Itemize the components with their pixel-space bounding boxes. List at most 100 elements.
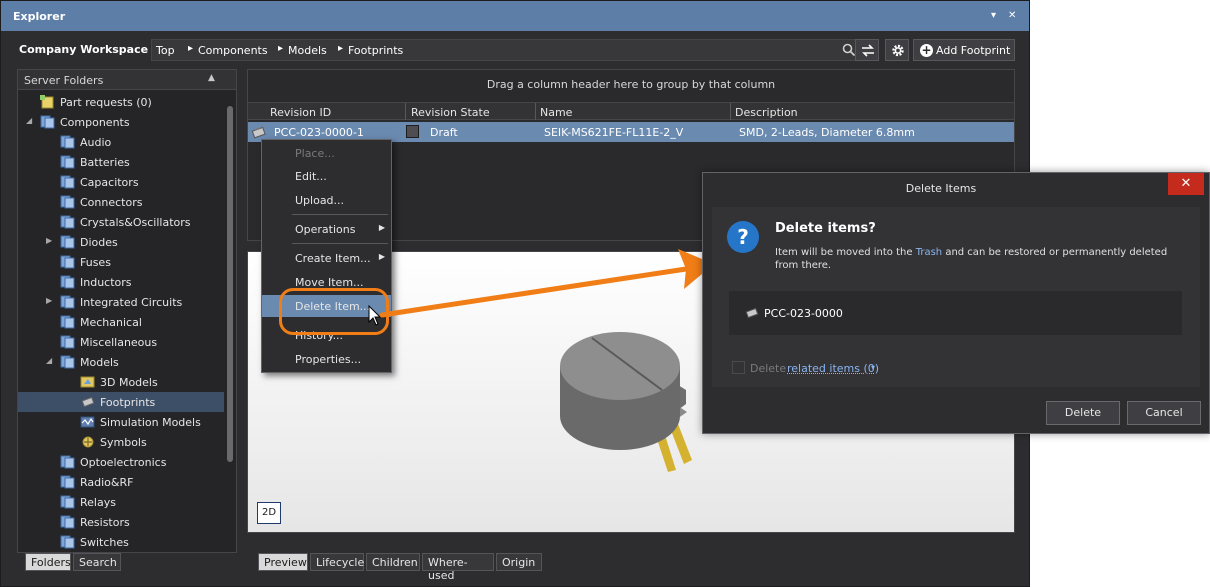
- tree-item[interactable]: ◢ Components: [18, 112, 224, 132]
- add-footprint-button[interactable]: + Add Footprint: [913, 39, 1015, 61]
- cell-revision-state: Draft: [430, 126, 458, 139]
- column-divider[interactable]: [535, 103, 536, 120]
- menu-item-properties[interactable]: Properties...: [262, 348, 391, 370]
- column-divider[interactable]: [730, 103, 731, 120]
- tree-item[interactable]: Connectors: [18, 192, 224, 212]
- collapse-icon[interactable]: ◢: [46, 356, 52, 365]
- draft-state-icon: [406, 125, 419, 138]
- settings-button[interactable]: [885, 39, 909, 61]
- menu-item-label: Properties...: [295, 353, 362, 366]
- delete-items-dialog: Delete Items ✕ ? Delete items? Item will…: [702, 172, 1210, 434]
- tab-origin[interactable]: Origin: [496, 553, 542, 571]
- workspace-dropdown[interactable]: Company Workspace ▾: [13, 39, 163, 61]
- search-icon[interactable]: [842, 43, 856, 57]
- tab-search[interactable]: Search: [73, 553, 121, 571]
- dialog-heading: Delete items?: [775, 221, 876, 236]
- menu-separator: [292, 214, 388, 215]
- dialog-title-bar: Delete Items ✕: [703, 173, 1209, 203]
- refresh-button[interactable]: [855, 39, 879, 61]
- expand-icon[interactable]: ▶: [46, 236, 52, 245]
- breadcrumb-top[interactable]: Top: [156, 44, 175, 57]
- folder-icon: [60, 455, 76, 469]
- tab-children[interactable]: Children: [366, 553, 420, 571]
- tree-item-label: Diodes: [80, 236, 118, 249]
- tree-item[interactable]: ◢ Models: [18, 352, 224, 372]
- delete-button[interactable]: Delete: [1046, 401, 1120, 425]
- menu-item-upload[interactable]: Upload...: [262, 189, 391, 211]
- tree-item-label: Miscellaneous: [80, 336, 158, 349]
- pin-dropdown-icon[interactable]: ▾: [991, 10, 996, 21]
- tab-folders[interactable]: Folders: [25, 553, 71, 571]
- tree-item[interactable]: Miscellaneous: [18, 332, 224, 352]
- simulation-model-icon: [80, 415, 96, 429]
- folder-icon: [60, 355, 76, 369]
- tree-item[interactable]: Radio&RF: [18, 472, 224, 492]
- menu-item-edit[interactable]: Edit...: [262, 165, 391, 187]
- dialog-body: ? Delete items? Item will be moved into …: [712, 207, 1200, 387]
- folder-icon: [60, 295, 76, 309]
- tree-item[interactable]: Inductors: [18, 272, 224, 292]
- tree-item[interactable]: Switches: [18, 532, 224, 552]
- cancel-button[interactable]: Cancel: [1127, 401, 1201, 425]
- tree-item[interactable]: 3D Models: [18, 372, 224, 392]
- tree-item[interactable]: Crystals&Oscillators: [18, 212, 224, 232]
- breadcrumb-footprints[interactable]: Footprints: [348, 44, 403, 57]
- cell-revision-id: PCC-023-0000-1: [274, 126, 364, 139]
- dialog-close-button[interactable]: ✕: [1168, 173, 1204, 195]
- plus-icon: +: [920, 43, 933, 57]
- folder-icon: [60, 255, 76, 269]
- tree-item[interactable]: Symbols: [18, 432, 224, 452]
- battery-3d-model[interactable]: [550, 324, 710, 472]
- tab-where-used[interactable]: Where-used: [422, 553, 494, 582]
- folder-icon: [60, 515, 76, 529]
- tree-item-label: Capacitors: [80, 176, 139, 189]
- menu-item-create-item[interactable]: Create Item... ▶: [262, 247, 391, 269]
- column-revision-id[interactable]: Revision ID: [270, 106, 331, 119]
- tab-lifecycle[interactable]: Lifecycle: [310, 553, 364, 571]
- tree-item[interactable]: Simulation Models: [18, 412, 224, 432]
- dialog-message: Item will be moved into the Trash and ca…: [775, 246, 1185, 272]
- callout-arrow: [380, 249, 714, 318]
- tree-item-label: Crystals&Oscillators: [80, 216, 191, 229]
- tree-item[interactable]: Fuses: [18, 252, 224, 272]
- tree-item[interactable]: Capacitors: [18, 172, 224, 192]
- tree-item[interactable]: Resistors: [18, 512, 224, 532]
- trash-link[interactable]: Trash: [916, 247, 942, 258]
- breadcrumb-models[interactable]: Models: [288, 44, 327, 57]
- menu-item-place[interactable]: Place...: [262, 142, 391, 164]
- expand-icon[interactable]: ▶: [46, 296, 52, 305]
- tree-item[interactable]: Optoelectronics: [18, 452, 224, 472]
- tree-item[interactable]: Mechanical: [18, 312, 224, 332]
- tree-item[interactable]: Batteries: [18, 152, 224, 172]
- tree-item[interactable]: Audio: [18, 132, 224, 152]
- column-name[interactable]: Name: [540, 106, 572, 119]
- folder-icon: [60, 155, 76, 169]
- chevron-down-icon[interactable]: ▾: [871, 363, 875, 372]
- folder-icon: [60, 475, 76, 489]
- window-title: Explorer: [13, 10, 66, 23]
- breadcrumb-separator-icon: ▸: [278, 43, 284, 54]
- cell-name: SEIK-MS621FE-FL11E-2_V: [544, 126, 684, 139]
- tree-item[interactable]: Relays: [18, 492, 224, 512]
- menu-item-label: Edit...: [295, 170, 327, 183]
- collapse-icon[interactable]: ◢: [26, 116, 32, 125]
- tree-item[interactable]: Footprints: [18, 392, 224, 412]
- tree-item[interactable]: ▶ Integrated Circuits: [18, 292, 224, 312]
- tab-preview[interactable]: Preview: [258, 553, 308, 571]
- breadcrumb-components[interactable]: Components: [198, 44, 268, 57]
- column-divider[interactable]: [405, 103, 406, 120]
- 2d-view-button[interactable]: 2D: [257, 502, 281, 524]
- tree-item[interactable]: Part requests (0): [18, 92, 224, 112]
- column-description[interactable]: Description: [735, 106, 798, 119]
- close-icon[interactable]: ✕: [1008, 10, 1016, 21]
- delete-related-checkbox[interactable]: [732, 361, 745, 374]
- tree-item-label: Optoelectronics: [80, 456, 167, 469]
- tree-item[interactable]: ▶ Diodes: [18, 232, 224, 252]
- collapse-icon[interactable]: ▲: [208, 73, 215, 83]
- menu-item-operations[interactable]: Operations ▶: [262, 218, 391, 240]
- folders-scrollbar[interactable]: [226, 92, 234, 552]
- related-items-link[interactable]: related items (0): [787, 362, 879, 375]
- scrollbar-thumb[interactable]: [227, 106, 233, 462]
- column-revision-state[interactable]: Revision State: [411, 106, 490, 119]
- tree-item-label: Integrated Circuits: [80, 296, 183, 309]
